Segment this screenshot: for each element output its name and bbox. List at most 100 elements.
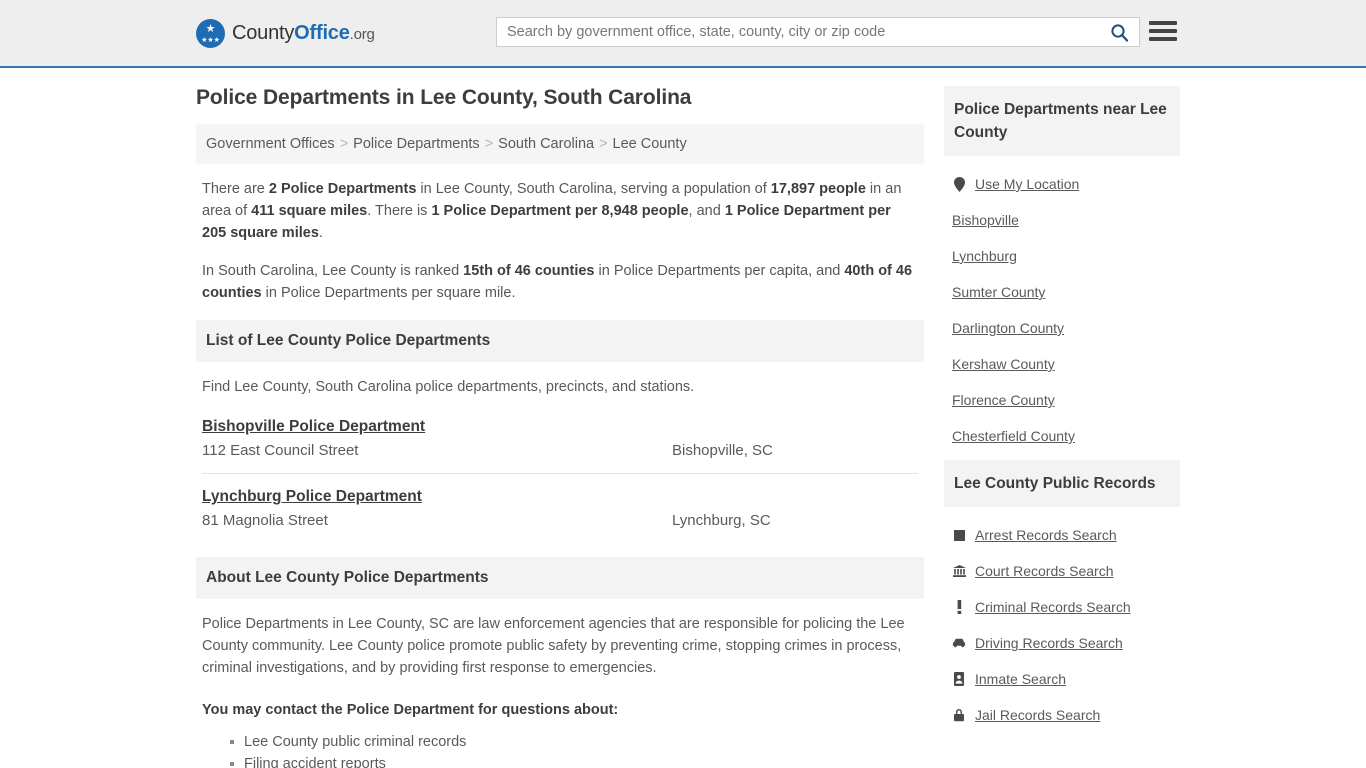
sidebar-item-lynchburg[interactable]: Lynchburg <box>952 238 1180 274</box>
intro-text: in Lee County, South Carolina, serving a… <box>416 181 771 197</box>
sidebar-item-label[interactable]: Bishopville <box>952 212 1019 228</box>
sidebar-item-label[interactable]: Florence County <box>952 392 1055 408</box>
hamburger-bar-3 <box>1149 37 1177 41</box>
about-paragraph: Police Departments in Lee County, SC are… <box>202 616 905 676</box>
department-address: 112 East Council Street <box>202 442 359 459</box>
intro-text: in Police Departments per capita, and <box>594 263 845 279</box>
lock-icon <box>952 708 966 722</box>
sidebar-item-bishopville[interactable]: Bishopville <box>952 202 1180 238</box>
search-bar[interactable] <box>496 17 1140 47</box>
courthouse-icon <box>952 565 966 577</box>
breadcrumb-separator: > <box>339 136 349 152</box>
sidebar-item-label[interactable]: Court Records Search <box>975 563 1114 579</box>
car-icon <box>952 638 966 648</box>
page-container: Police Departments in Lee County, South … <box>0 68 1366 768</box>
sidebar-nearby-heading: Police Departments near Lee County <box>944 86 1180 156</box>
intro-text: There are <box>202 181 269 197</box>
department-details: 112 East Council Street Bishopville, SC <box>202 442 918 459</box>
sidebar-item-jail-records[interactable]: Jail Records Search <box>952 697 1180 733</box>
sidebar-item-label[interactable]: Inmate Search <box>975 671 1066 687</box>
breadcrumb-separator: > <box>484 136 494 152</box>
sidebar-item-label[interactable]: Kershaw County <box>952 356 1055 372</box>
sidebar-item-darlington-county[interactable]: Darlington County <box>952 310 1180 346</box>
sidebar-public-records-list: Arrest Records Search Court Records Sear… <box>944 507 1180 739</box>
brand-part-2: Office <box>294 21 350 44</box>
list-section-body: Find Lee County, South Carolina police d… <box>196 362 924 543</box>
intro-text: in Police Departments per square mile. <box>261 285 516 301</box>
sidebar-item-label[interactable]: Lynchburg <box>952 248 1017 264</box>
sidebar-item-sumter-county[interactable]: Sumter County <box>952 274 1180 310</box>
department-details: 81 Magnolia Street Lynchburg, SC <box>202 512 918 529</box>
hamburger-menu-button[interactable] <box>1149 18 1177 44</box>
intro-paragraph-counts: There are 2 Police Departments in Lee Co… <box>202 178 918 244</box>
page-title: Police Departments in Lee County, South … <box>196 86 692 109</box>
intro-paragraph-rankings: In South Carolina, Lee County is ranked … <box>202 260 918 304</box>
department-city: Lynchburg, SC <box>672 512 771 529</box>
department-name-link[interactable]: Bishopville Police Department <box>202 418 425 436</box>
list-item: Filing accident reports <box>230 753 918 768</box>
sidebar-item-label[interactable]: Chesterfield County <box>952 428 1075 444</box>
sidebar-nearby-list: Use My Location Bishopville Lynchburg Su… <box>944 156 1180 460</box>
breadcrumb-item-government-offices[interactable]: Government Offices <box>206 136 335 152</box>
sidebar-item-label[interactable]: Jail Records Search <box>975 707 1100 723</box>
sidebar-item-label[interactable]: Sumter County <box>952 284 1045 300</box>
eagle-shield-logo-icon: ★ ★★★ <box>196 18 225 48</box>
sidebar-item-chesterfield-county[interactable]: Chesterfield County <box>952 418 1180 454</box>
stat-department-count: 2 Police Departments <box>268 181 417 197</box>
intro-statistics: There are 2 Police Departments in Lee Co… <box>196 164 924 304</box>
breadcrumb-item-south-carolina[interactable]: South Carolina <box>498 136 594 152</box>
intro-text: . There is <box>367 203 432 219</box>
about-section-heading: About Lee County Police Departments <box>196 557 924 599</box>
main-column: Police Departments in Lee County, South … <box>196 86 924 768</box>
stat-area: 411 square miles <box>251 203 368 219</box>
stat-per-people: 1 Police Department per 8,948 people <box>431 203 689 219</box>
sidebar-item-florence-county[interactable]: Florence County <box>952 382 1180 418</box>
brand-part-1: County <box>232 21 295 44</box>
sidebar-item-driving-records[interactable]: Driving Records Search <box>952 625 1180 661</box>
table-row[interactable]: Lynchburg Police Department 81 Magnolia … <box>202 488 918 543</box>
list-item: Lee County public criminal records <box>230 731 918 753</box>
table-row[interactable]: Bishopville Police Department 112 East C… <box>202 418 918 474</box>
stat-rank-per-capita: 15th of 46 counties <box>463 263 595 279</box>
sidebar-item-arrest-records[interactable]: Arrest Records Search <box>952 517 1180 553</box>
list-section-heading: List of Lee County Police Departments <box>196 320 924 362</box>
sidebar-item-label[interactable]: Darlington County <box>952 320 1064 336</box>
breadcrumb: Government Offices > Police Departments > So… <box>196 124 924 164</box>
search-button[interactable] <box>1099 18 1139 46</box>
site-header: ★ ★★★ CountyOffice.org <box>0 0 1366 68</box>
search-input[interactable] <box>497 18 1099 46</box>
sidebar-item-label[interactable]: Driving Records Search <box>975 635 1123 651</box>
sidebar-item-label[interactable]: Criminal Records Search <box>975 599 1131 615</box>
about-contact-lead: You may contact the Police Department fo… <box>202 702 619 718</box>
brand-wordmark: CountyOffice.org <box>232 22 375 45</box>
sidebar-item-court-records[interactable]: Court Records Search <box>952 553 1180 589</box>
breadcrumb-item-police-departments[interactable]: Police Departments <box>353 136 480 152</box>
breadcrumb-separator: > <box>599 136 608 152</box>
about-section-body: Police Departments in Lee County, SC are… <box>196 599 924 768</box>
department-address: 81 Magnolia Street <box>202 512 328 529</box>
breadcrumb-item-lee-county[interactable]: Lee County <box>613 136 687 152</box>
department-name-link[interactable]: Lynchburg Police Department <box>202 488 422 506</box>
id-card-icon <box>952 672 966 686</box>
sidebar-item-label[interactable]: Use My Location <box>975 176 1079 192</box>
brand-part-3: .org <box>349 25 375 43</box>
exclamation-icon <box>952 600 966 614</box>
hamburger-bar-1 <box>1149 21 1177 25</box>
list-section-description: Find Lee County, South Carolina police d… <box>202 379 695 395</box>
intro-text: In South Carolina, Lee County is ranked <box>202 263 464 279</box>
intro-text: , and <box>688 203 725 219</box>
sidebar-item-criminal-records[interactable]: Criminal Records Search <box>952 589 1180 625</box>
site-logo-link[interactable]: ★ ★★★ CountyOffice.org <box>196 18 375 48</box>
sidebar-item-use-my-location[interactable]: Use My Location <box>952 166 1180 202</box>
sidebar-item-label[interactable]: Arrest Records Search <box>975 527 1117 543</box>
search-icon <box>1110 23 1128 42</box>
hamburger-bar-2 <box>1149 29 1177 33</box>
sidebar-public-records-heading: Lee County Public Records <box>944 460 1180 507</box>
sidebar: Police Departments near Lee County Use M… <box>944 86 1180 768</box>
map-pin-icon <box>952 176 966 192</box>
department-city: Bishopville, SC <box>672 442 773 459</box>
arrest-square-icon <box>952 529 966 541</box>
sidebar-item-kershaw-county[interactable]: Kershaw County <box>952 346 1180 382</box>
about-bullet-list: Lee County public criminal records Filin… <box>202 731 918 768</box>
sidebar-item-inmate-search[interactable]: Inmate Search <box>952 661 1180 697</box>
